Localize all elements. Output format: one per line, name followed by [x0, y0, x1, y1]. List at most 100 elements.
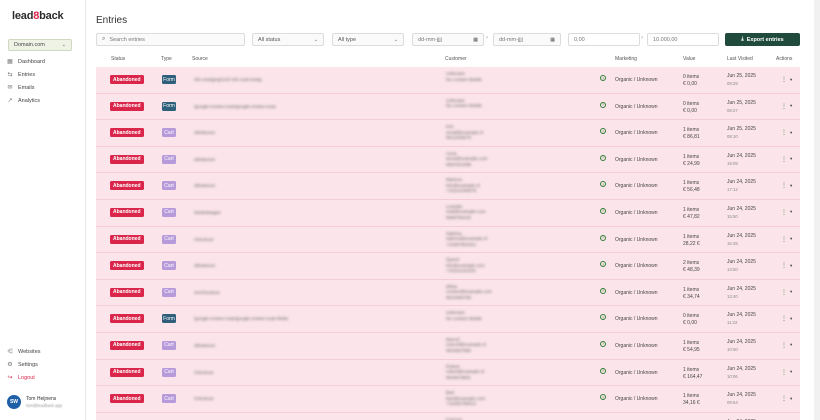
- sidebar-item-websites[interactable]: ⋲ Websites: [6, 345, 82, 358]
- more-vertical-icon[interactable]: ⋮: [781, 369, 787, 376]
- user-profile[interactable]: SW Tom Heijnens tom@leadback.app: [7, 395, 62, 409]
- source-url[interactable]: /afrekenen: [194, 183, 215, 188]
- source-url[interactable]: /afrekenen: [194, 263, 215, 268]
- calendar-icon[interactable]: ▦: [550, 37, 555, 43]
- caret-down-icon[interactable]: ▾: [790, 289, 792, 295]
- table-row[interactable]: Abandoned Form/google-review-route/google…: [96, 93, 800, 121]
- source-url[interactable]: /checkout: [194, 370, 213, 375]
- help-icon[interactable]: ?: [600, 340, 606, 347]
- more-vertical-icon[interactable]: ⋮: [781, 182, 787, 189]
- sidebar-item-emails[interactable]: ✉ Emails: [6, 81, 82, 94]
- source-url[interactable]: /google-review-route/google-review-route: [194, 104, 276, 109]
- table-row[interactable]: AbandonedCart/afrekenenFrancesfrances@ex…: [96, 412, 800, 420]
- table-row[interactable]: Abandoned Cart/checkout Sabrina sabrina@exa…: [96, 226, 800, 254]
- marketing-source: Organic / Unknown: [615, 103, 658, 110]
- domain-select[interactable]: Domain.com ⌄: [8, 39, 72, 51]
- column-header-value[interactable]: Value: [683, 56, 695, 62]
- more-vertical-icon[interactable]: ⋮: [781, 395, 787, 402]
- max-value-input[interactable]: 10.000,00: [647, 33, 719, 46]
- caret-down-icon[interactable]: ▾: [790, 209, 792, 215]
- source-url[interactable]: /afrekenen: [194, 343, 215, 348]
- sidebar-item-entries[interactable]: ⇆ Entries: [6, 68, 82, 81]
- caret-down-icon[interactable]: ▾: [790, 236, 792, 242]
- caret-down-icon[interactable]: ▾: [790, 156, 792, 162]
- search-input[interactable]: ⌕ Search entries: [96, 33, 245, 46]
- last-visited: Jun 25, 2025 08:27: [727, 100, 756, 114]
- help-icon[interactable]: ?: [600, 394, 606, 401]
- help-icon[interactable]: ?: [600, 101, 606, 108]
- table-row[interactable]: Abandoned Cart/checkout Robert robert@examp…: [96, 359, 800, 387]
- more-vertical-icon[interactable]: ⋮: [781, 156, 787, 163]
- table-row[interactable]: Abandoned Form nl/s-vestiging/123/ nl/s-zu…: [96, 67, 800, 94]
- type-select-value: All type: [338, 36, 357, 43]
- sidebar-item-dashboard[interactable]: ▦ Dashboard: [6, 55, 82, 68]
- help-icon[interactable]: ?: [600, 207, 606, 214]
- min-value-input[interactable]: 0,00: [568, 33, 640, 46]
- scrollbar[interactable]: [814, 0, 820, 420]
- source-url[interactable]: /checkout: [194, 237, 213, 242]
- help-icon[interactable]: ?: [600, 367, 606, 374]
- help-icon[interactable]: ?: [600, 154, 606, 161]
- table-row[interactable]: Abandoned Cart/afrekenen Kim email@example.…: [96, 120, 800, 147]
- help-icon[interactable]: ?: [600, 181, 606, 188]
- table-row[interactable]: Abandoned Cart/afrekenen Sjoerd info@exampl…: [96, 253, 800, 280]
- source-url[interactable]: /winkelwagen: [194, 210, 221, 215]
- more-vertical-icon[interactable]: ⋮: [781, 103, 787, 110]
- source-url[interactable]: /afrekenen: [194, 130, 215, 135]
- caret-down-icon[interactable]: ▾: [790, 369, 792, 375]
- help-icon[interactable]: ?: [600, 128, 606, 135]
- calendar-icon[interactable]: ▦: [473, 37, 478, 43]
- status-select[interactable]: All status ⌄: [252, 33, 324, 46]
- more-vertical-icon[interactable]: ⋮: [781, 236, 787, 243]
- caret-down-icon[interactable]: ▾: [790, 130, 792, 136]
- logo[interactable]: lead8back: [12, 10, 64, 22]
- caret-down-icon[interactable]: ▾: [790, 342, 792, 348]
- caret-down-icon[interactable]: ▾: [790, 183, 792, 189]
- column-header-source[interactable]: Source: [192, 56, 208, 62]
- visited-time: 15:50: [727, 213, 738, 219]
- column-header-customer[interactable]: Customer: [445, 56, 467, 62]
- table-row[interactable]: Abandoned Cart/checkout Bart bart@example.c…: [96, 386, 800, 413]
- date-to-input[interactable]: dd-mm-jjjj ▦: [493, 33, 561, 46]
- more-vertical-icon[interactable]: ⋮: [781, 129, 787, 136]
- caret-down-icon[interactable]: ▾: [790, 396, 792, 402]
- sidebar-item-analytics[interactable]: ↗ Analytics: [6, 94, 82, 107]
- more-vertical-icon[interactable]: ⋮: [781, 342, 787, 349]
- more-vertical-icon[interactable]: ⋮: [781, 76, 787, 83]
- help-icon[interactable]: ?: [600, 261, 606, 268]
- column-header-type[interactable]: Type: [161, 56, 172, 62]
- more-vertical-icon[interactable]: ⋮: [781, 315, 787, 322]
- table-row[interactable]: Abandoned Cart/afrekenen Marinus info@examp…: [96, 173, 800, 200]
- caret-down-icon[interactable]: ▾: [790, 103, 792, 109]
- table-row[interactable]: Abandoned Cart/afrekenen Anna anna@example.…: [96, 146, 800, 174]
- caret-down-icon[interactable]: ▾: [790, 77, 792, 83]
- visited-time: 08:27: [727, 107, 738, 113]
- more-vertical-icon[interactable]: ⋮: [781, 289, 787, 296]
- help-icon[interactable]: ?: [600, 234, 606, 241]
- table-row[interactable]: Abandoned Cart/en/checkout Mirka contact@ex…: [96, 279, 800, 307]
- more-vertical-icon[interactable]: ⋮: [781, 209, 787, 216]
- source-url[interactable]: /afrekenen: [194, 157, 215, 162]
- sidebar-item-settings[interactable]: ⚙ Settings: [6, 358, 82, 371]
- date-from-input[interactable]: dd-mm-jjjj ▦: [412, 33, 484, 46]
- export-entries-button[interactable]: ⤓ Export entries: [725, 33, 800, 46]
- type-select[interactable]: All type ⌄: [332, 33, 404, 46]
- column-header-status[interactable]: Status: [111, 56, 125, 62]
- source-url[interactable]: nl/s-vestiging/123/ nl/s-zuid-vestig: [194, 77, 262, 82]
- column-header-marketing[interactable]: Marketing: [615, 56, 637, 62]
- source-url[interactable]: /checkout: [194, 396, 213, 401]
- sidebar-item-logout[interactable]: ↪ Logout: [6, 371, 82, 384]
- caret-down-icon[interactable]: ▾: [790, 316, 792, 322]
- help-icon[interactable]: ?: [600, 287, 606, 294]
- table-row[interactable]: Abandoned Cart/afrekenen Marcel marcel@exam…: [96, 332, 800, 360]
- visited-date: Jun 24, 2025: [727, 179, 756, 186]
- table-row[interactable]: Abandoned Cart/winkelwagen Leander mail@exa…: [96, 199, 800, 227]
- source-url[interactable]: /google-review-route/google-review-route…: [194, 316, 288, 321]
- source-url[interactable]: /en/checkout: [194, 290, 220, 295]
- column-header-last-visited[interactable]: Last Visited: [727, 56, 753, 62]
- more-vertical-icon[interactable]: ⋮: [781, 262, 787, 269]
- help-icon[interactable]: ?: [600, 314, 606, 321]
- table-row[interactable]: Abandoned Form/google-review-route/google…: [96, 306, 800, 333]
- help-icon[interactable]: ?: [600, 75, 606, 81]
- caret-down-icon[interactable]: ▾: [790, 263, 792, 269]
